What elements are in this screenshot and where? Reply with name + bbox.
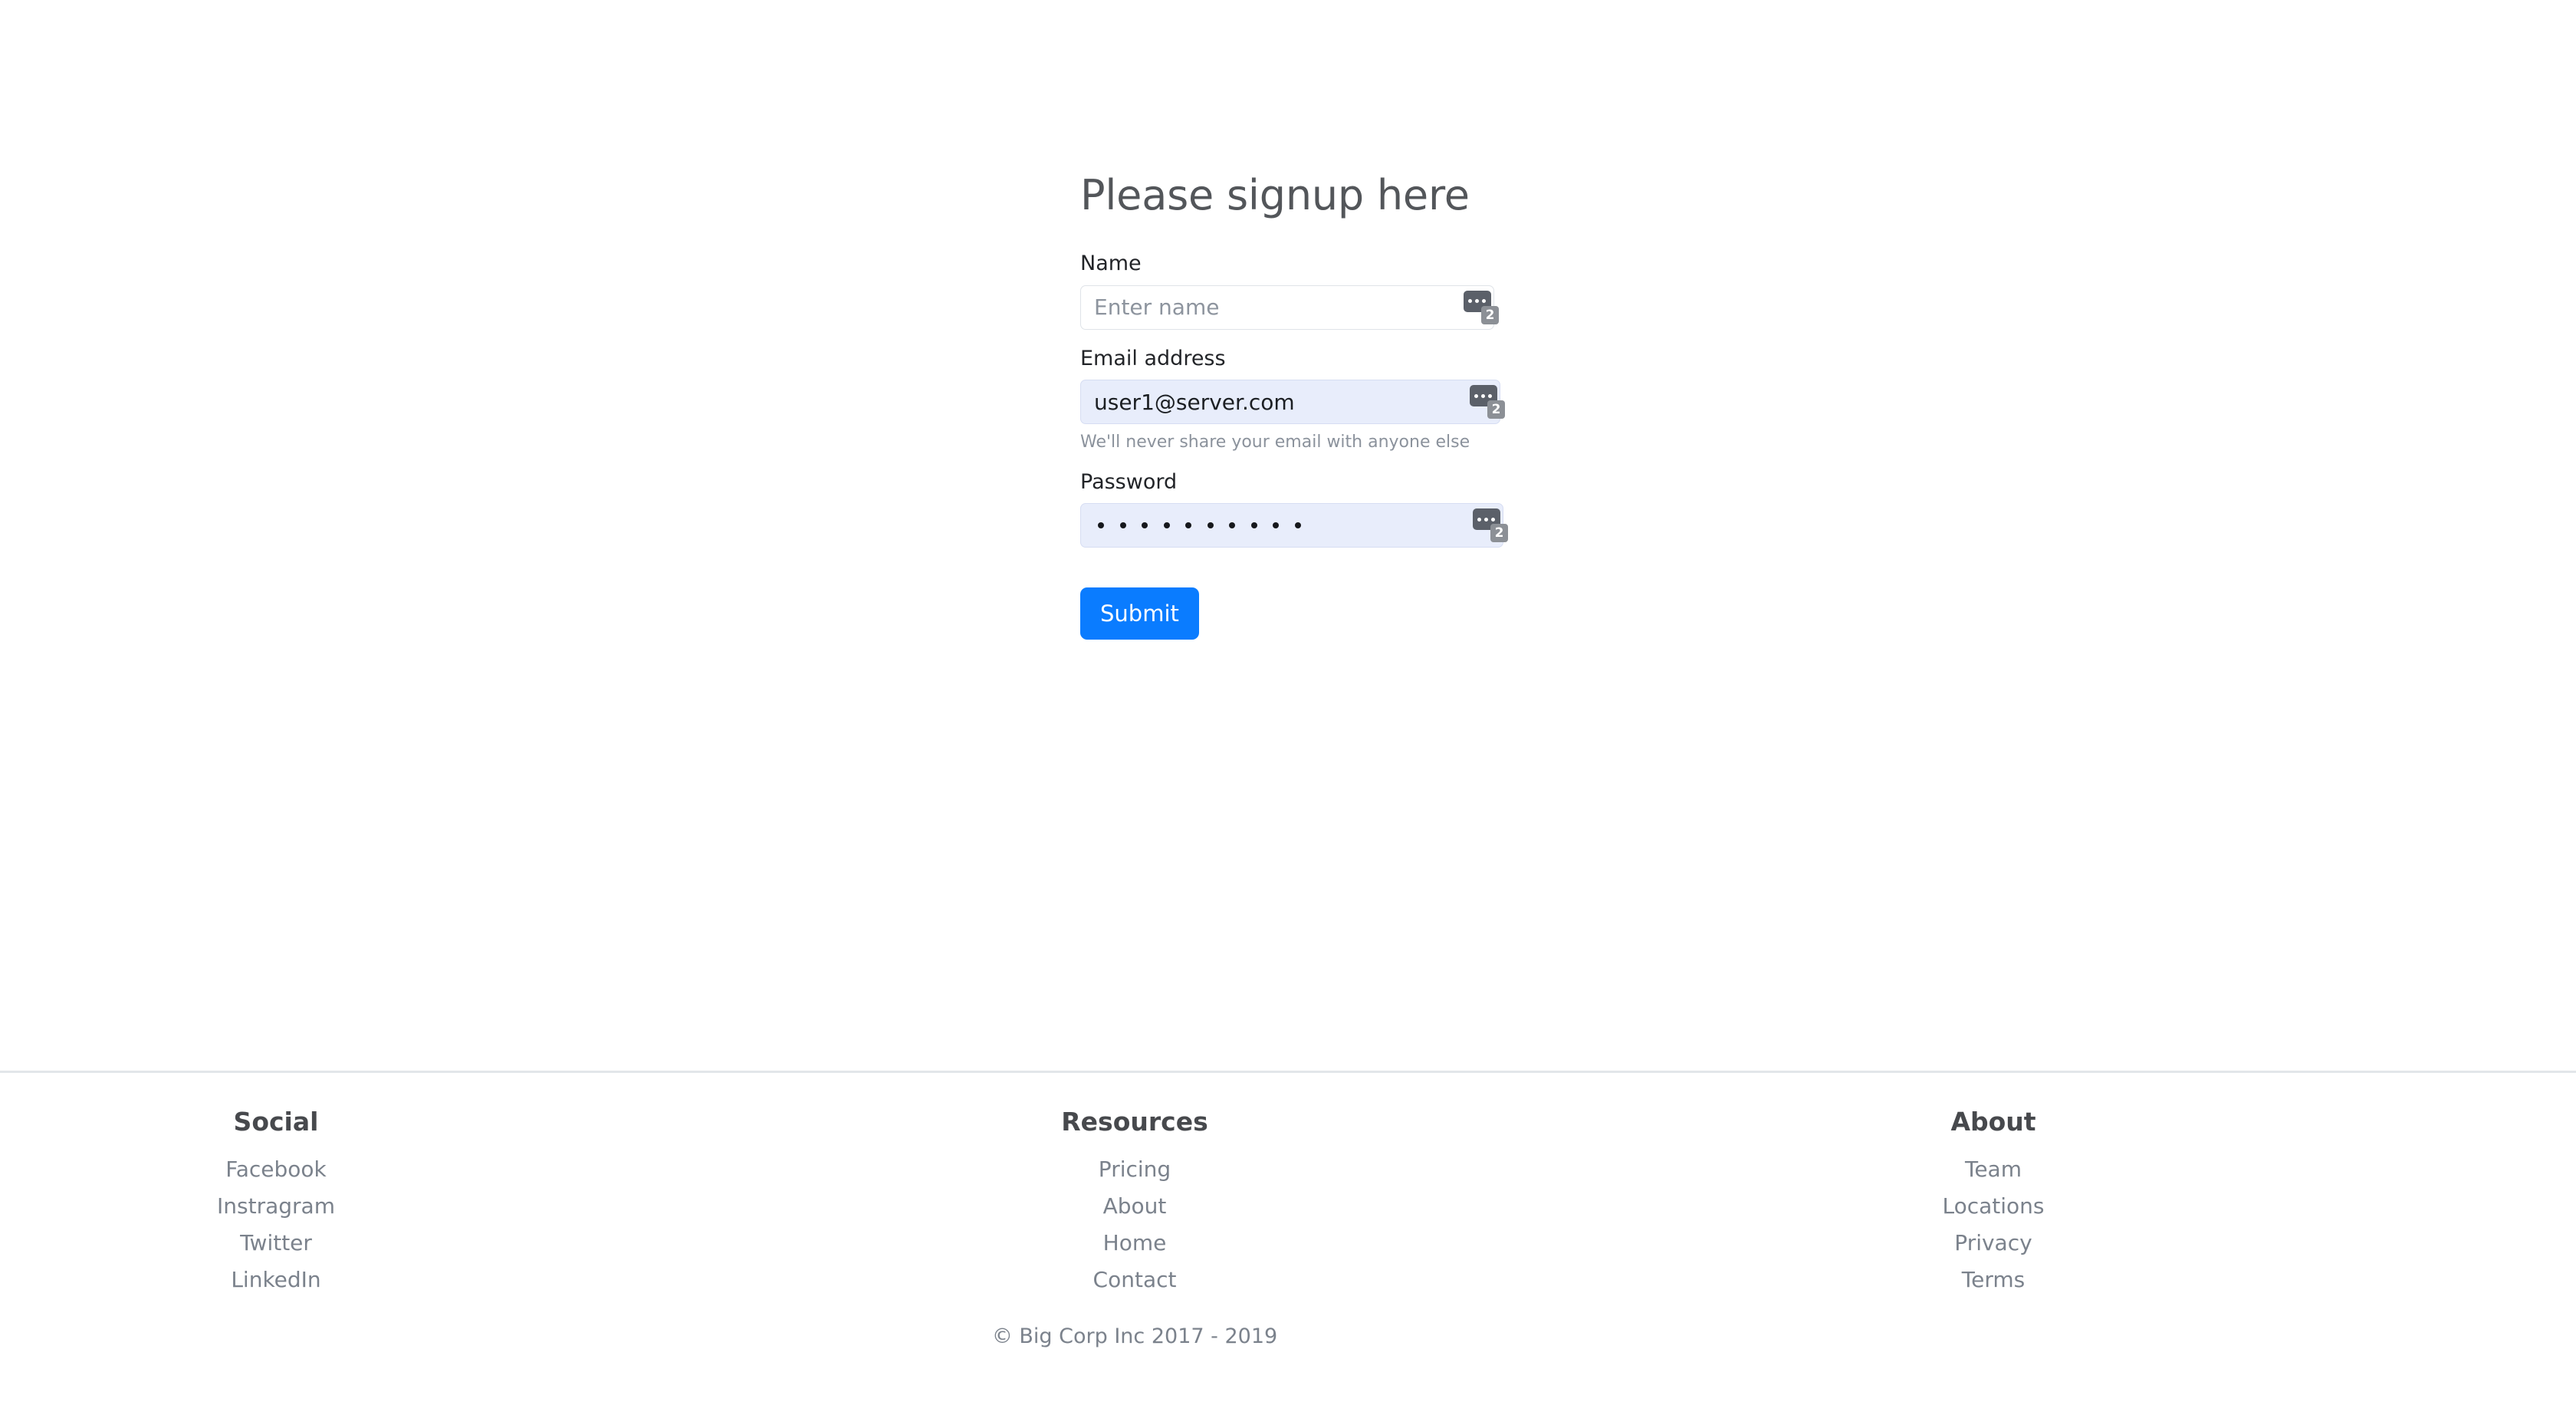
- password-manager-icon[interactable]: 2: [1473, 508, 1508, 543]
- password-dot: [1163, 522, 1170, 529]
- field-group-name: Name Enter name 2: [1080, 252, 1510, 330]
- footer-link-linkedin[interactable]: LinkedIn: [0, 1262, 705, 1298]
- footer-link-twitter[interactable]: Twitter: [0, 1225, 705, 1262]
- password-dot: [1229, 522, 1235, 529]
- footer-column-about: About Team Locations Privacy Terms: [1564, 1107, 2423, 1298]
- footer-copyright: © Big Corp Inc 2017 - 2019: [991, 1324, 1278, 1348]
- password-dot: [1142, 522, 1148, 529]
- footer-link-facebook[interactable]: Facebook: [0, 1151, 705, 1188]
- footer-link-home[interactable]: Home: [705, 1225, 1564, 1262]
- footer-link-locations[interactable]: Locations: [1564, 1188, 2423, 1225]
- password-label: Password: [1080, 469, 1178, 494]
- footer-columns: Social Facebook Instragram Twitter Linke…: [0, 1073, 2576, 1298]
- page-footer: Social Facebook Instragram Twitter Linke…: [0, 1071, 2576, 1405]
- password-manager-count-badge: 2: [1481, 305, 1499, 324]
- password-masked-dots: [1094, 522, 1301, 529]
- password-dot: [1098, 522, 1104, 529]
- password-input[interactable]: [1080, 503, 1503, 548]
- name-input[interactable]: Enter name: [1080, 285, 1494, 330]
- password-manager-count-badge: 2: [1490, 524, 1508, 543]
- signup-form: Please signup here Name Enter name 2 Ema…: [1080, 173, 1510, 640]
- password-manager-count-badge: 2: [1487, 400, 1505, 420]
- password-dot: [1273, 522, 1279, 529]
- name-label: Name: [1080, 252, 1142, 276]
- password-manager-icon[interactable]: 2: [1470, 385, 1505, 420]
- password-manager-icon[interactable]: 2: [1464, 290, 1499, 324]
- password-dot: [1119, 522, 1126, 529]
- password-input-shell: 2: [1080, 503, 1508, 548]
- footer-heading-social: Social: [233, 1107, 319, 1137]
- field-group-password: Password 2: [1080, 470, 1510, 548]
- footer-link-about[interactable]: About: [705, 1188, 1564, 1225]
- footer-link-instragram[interactable]: Instragram: [0, 1188, 705, 1225]
- password-dot: [1250, 522, 1257, 529]
- password-dot: [1185, 522, 1191, 529]
- footer-link-privacy[interactable]: Privacy: [1564, 1225, 2423, 1262]
- field-group-email: Email address user1@server.com 2 We'll n…: [1080, 347, 1510, 453]
- email-input[interactable]: user1@server.com: [1080, 380, 1500, 425]
- email-label: Email address: [1080, 346, 1226, 370]
- page-title: Please signup here: [1080, 171, 1470, 219]
- submit-button[interactable]: Submit: [1080, 587, 1199, 640]
- footer-link-team[interactable]: Team: [1564, 1151, 2423, 1188]
- name-input-shell: Enter name 2: [1080, 285, 1499, 330]
- footer-link-terms[interactable]: Terms: [1564, 1262, 2423, 1298]
- signup-page: Please signup here Name Enter name 2 Ema…: [0, 0, 2576, 1071]
- footer-heading-about: About: [1950, 1107, 2036, 1137]
- footer-column-social: Social Facebook Instragram Twitter Linke…: [0, 1107, 705, 1298]
- email-help-text: We'll never share your email with anyone…: [1080, 433, 1470, 452]
- password-dot: [1294, 522, 1301, 529]
- footer-link-contact[interactable]: Contact: [705, 1262, 1564, 1298]
- footer-heading-resources: Resources: [1061, 1107, 1208, 1137]
- password-dot: [1207, 522, 1214, 529]
- footer-column-resources: Resources Pricing About Home Contact: [705, 1107, 1564, 1298]
- footer-link-pricing[interactable]: Pricing: [705, 1151, 1564, 1188]
- email-input-shell: user1@server.com 2: [1080, 380, 1505, 425]
